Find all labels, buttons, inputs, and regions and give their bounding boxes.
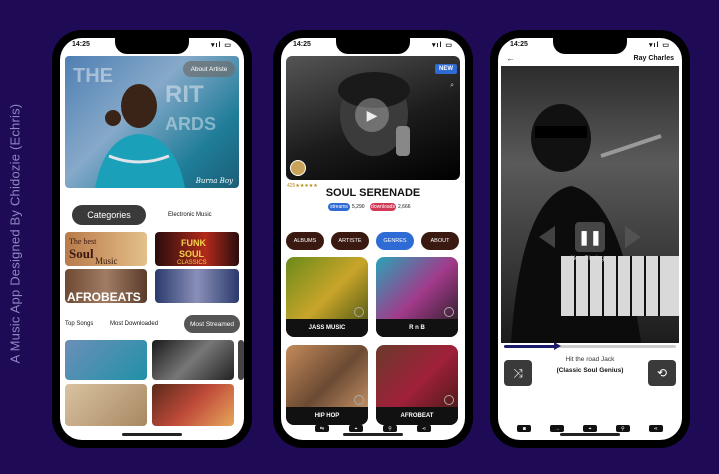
svg-text:FUNK: FUNK	[181, 238, 206, 248]
svg-text:AFROBEATS: AFROBEATS	[67, 290, 141, 303]
more-icon[interactable]	[354, 307, 364, 317]
status-icons: ▾ıl ▭	[211, 42, 232, 49]
phone-home: 14:25 ▾ıl ▭ THE RIT ARDS About Artiste B…	[52, 30, 252, 448]
streamed-track-1[interactable]	[65, 340, 147, 380]
svg-text:SOUL: SOUL	[179, 249, 205, 259]
genre-card-label: R n B	[376, 319, 458, 337]
downloads-badge: downloads	[370, 203, 396, 211]
notch	[336, 38, 410, 54]
artist-avatar[interactable]	[290, 160, 306, 176]
home-indicator	[122, 433, 182, 436]
status-icons: ▾ıl ▭	[649, 42, 670, 49]
streamed-track-5[interactable]	[152, 384, 234, 426]
nav-library-icon[interactable]: ⌖	[349, 425, 363, 432]
album-title: SOUL SERENADE	[325, 187, 421, 199]
category-funk-soul-classics[interactable]: FUNK SOUL CLASSICS	[155, 232, 239, 266]
hero-signature: Burna Boy	[195, 177, 233, 185]
nav-home-icon[interactable]: ⇆	[315, 425, 329, 432]
home-screen: 14:25 ▾ıl ▭ THE RIT ARDS About Artiste B…	[60, 38, 244, 440]
genre-card-label: AFROBEAT	[376, 407, 458, 425]
nav-profile-icon[interactable]: ⚲	[383, 425, 397, 432]
more-icon[interactable]	[444, 307, 454, 317]
repeat-button[interactable]: ⟲	[648, 360, 676, 386]
progress-fill	[504, 345, 556, 348]
genre-card-hip-hop[interactable]: HIP HOP	[286, 345, 368, 425]
phone-player: 14:25 ▾ıl ▭ ← Ray Charles ❚❚ Now Playing…	[490, 30, 690, 448]
play-icon[interactable]: ▶	[355, 98, 389, 132]
home-indicator	[343, 433, 403, 436]
bottom-nav: ◙ → ⌖ ⚲ ⋖	[498, 425, 682, 432]
tab-about[interactable]: ABOUT	[421, 232, 459, 250]
pause-button[interactable]: ❚❚	[575, 222, 605, 252]
nav-arrow-icon[interactable]: →	[550, 425, 565, 432]
next-icon[interactable]	[625, 226, 641, 248]
back-arrow-icon[interactable]: ←	[506, 53, 515, 63]
streamed-track-2[interactable]	[152, 340, 234, 380]
progress-knob[interactable]	[553, 342, 561, 350]
home-indicator	[560, 433, 620, 436]
bottom-nav: ⇆ ⌖ ⚲ ⋖	[281, 425, 465, 432]
search-icon[interactable]: ⌕	[450, 82, 454, 90]
tab-most-streamed[interactable]: Most Streamed	[184, 315, 240, 333]
status-time: 14:25	[293, 41, 311, 48]
shuffle-button[interactable]: ⤨	[504, 360, 532, 386]
tab-most-downloaded[interactable]: Most Downloaded	[110, 321, 158, 327]
phone-album: 14:25 ▾ıl ▭ ▶ NEW ⌕ 425★★★★★ SOUL SERENA…	[273, 30, 473, 448]
svg-text:Soul: Soul	[69, 246, 94, 261]
more-icon[interactable]	[444, 395, 454, 405]
svg-text:The best: The best	[69, 237, 97, 246]
svg-text:THE: THE	[73, 65, 113, 87]
downloads-count: 2,666	[398, 204, 411, 210]
streamed-track-4[interactable]	[65, 384, 147, 426]
tab-genres[interactable]: GENRES	[376, 232, 414, 250]
svg-text:CLASSICS: CLASSICS	[177, 260, 207, 266]
genre-card-afrobeat[interactable]: AFROBEAT	[376, 345, 458, 425]
side-title: A Music App Designed By Chidozie (Echris…	[7, 103, 23, 364]
more-icon[interactable]	[354, 395, 364, 405]
status-icons: ▾ıl ▭	[432, 42, 453, 49]
category-soul-music[interactable]: The best Soul Music	[65, 232, 147, 266]
nav-camera-icon[interactable]: ◙	[517, 425, 532, 432]
categories-button[interactable]: Categories	[72, 205, 146, 225]
artist-name: Ray Charles	[633, 55, 674, 62]
album-screen: 14:25 ▾ıl ▭ ▶ NEW ⌕ 425★★★★★ SOUL SERENA…	[281, 38, 465, 440]
genre-card-rnb[interactable]: R n B	[376, 257, 458, 337]
tab-artiste[interactable]: ARTISTE	[331, 232, 369, 250]
nav-library-icon[interactable]: ⌖	[582, 425, 597, 432]
category-afrobeats[interactable]: AFROBEATS	[65, 269, 147, 303]
electronic-music-label[interactable]: Electronic Music	[168, 212, 212, 218]
genre-card-label: HIP HOP	[286, 407, 368, 425]
streamed-track-3[interactable]	[238, 340, 244, 380]
svg-text:ARDS: ARDS	[165, 114, 216, 134]
svg-text:RIT: RIT	[165, 81, 204, 108]
hero-artist-image[interactable]: THE RIT ARDS About Artiste Burna Boy	[65, 56, 239, 188]
nav-profile-icon[interactable]: ⚲	[615, 425, 630, 432]
status-time: 14:25	[72, 41, 90, 48]
previous-icon[interactable]	[539, 226, 555, 248]
about-artiste-button[interactable]: About Artiste	[183, 61, 235, 77]
player-artwork: ❚❚ Now Playing...	[501, 66, 679, 343]
svg-text:Music: Music	[95, 256, 118, 266]
nav-share-icon[interactable]: ⋖	[417, 425, 431, 432]
streams-count: 5,290	[352, 204, 365, 210]
category-electronic[interactable]	[155, 269, 239, 303]
notch	[553, 38, 627, 54]
genre-card-jass-music[interactable]: JASS MUSIC	[286, 257, 368, 337]
tab-top-songs[interactable]: Top Songs	[65, 321, 93, 327]
new-badge: NEW	[435, 64, 457, 74]
streams-badge: streams	[328, 203, 350, 211]
progress-track[interactable]	[504, 342, 676, 350]
now-playing-label: Now Playing...	[570, 256, 610, 262]
notch	[115, 38, 189, 54]
album-cover-image[interactable]: ▶ NEW ⌕	[286, 56, 460, 180]
status-time: 14:25	[510, 41, 528, 48]
player-screen: 14:25 ▾ıl ▭ ← Ray Charles ❚❚ Now Playing…	[498, 38, 682, 440]
tab-albums[interactable]: ALBUMS	[286, 232, 324, 250]
nav-share-icon[interactable]: ⋖	[648, 425, 663, 432]
genre-card-label: JASS MUSIC	[286, 319, 368, 337]
